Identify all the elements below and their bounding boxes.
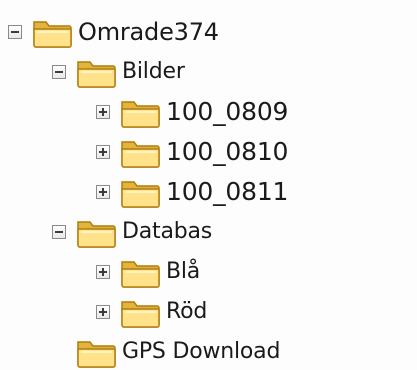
tree-node-100-0810[interactable]: 100_0810 bbox=[96, 132, 288, 172]
tree-node-bla[interactable]: Blå bbox=[96, 252, 200, 292]
expand-toggle[interactable] bbox=[96, 145, 110, 159]
expand-toggle[interactable] bbox=[96, 265, 110, 279]
tree-node-gps-download[interactable]: GPS Download bbox=[52, 332, 280, 370]
tree-node-label: 100_0809 bbox=[166, 97, 289, 126]
tree-node-label: GPS Download bbox=[122, 339, 281, 364]
folder-icon bbox=[76, 56, 116, 88]
tree-node-databas[interactable]: Databas bbox=[52, 212, 212, 252]
tree-node-100-0811[interactable]: 100_0811 bbox=[96, 172, 288, 212]
collapse-toggle[interactable] bbox=[8, 25, 22, 39]
collapse-toggle[interactable] bbox=[52, 225, 66, 239]
tree-node-label: Bilder bbox=[122, 59, 185, 84]
tree-node-label: Omrade374 bbox=[78, 18, 219, 46]
tree-node-label: Blå bbox=[166, 259, 201, 284]
folder-icon bbox=[120, 256, 160, 288]
folder-icon bbox=[32, 16, 72, 48]
folder-icon bbox=[120, 96, 160, 128]
tree-node-bilder[interactable]: Bilder bbox=[52, 52, 185, 92]
expand-toggle[interactable] bbox=[96, 185, 110, 199]
tree-node-rod[interactable]: Röd bbox=[96, 292, 207, 332]
toggle-spacer bbox=[52, 345, 66, 359]
folder-icon bbox=[76, 216, 116, 248]
folder-icon bbox=[120, 296, 160, 328]
collapse-toggle[interactable] bbox=[52, 65, 66, 79]
folder-icon bbox=[120, 136, 160, 168]
tree-node-100-0809[interactable]: 100_0809 bbox=[96, 92, 288, 132]
folder-icon bbox=[120, 176, 160, 208]
tree-node-omrade374[interactable]: Omrade374 bbox=[8, 12, 219, 52]
tree-node-label: 100_0810 bbox=[166, 137, 289, 166]
tree-node-label: Databas bbox=[122, 219, 213, 244]
folder-icon bbox=[76, 336, 116, 368]
expand-toggle[interactable] bbox=[96, 105, 110, 119]
tree-node-label: Röd bbox=[166, 299, 208, 324]
tree-node-label: 100_0811 bbox=[166, 177, 289, 206]
folder-tree: Omrade374 Bilder 100_0809 100_0810 100_0… bbox=[0, 0, 417, 370]
expand-toggle[interactable] bbox=[96, 305, 110, 319]
